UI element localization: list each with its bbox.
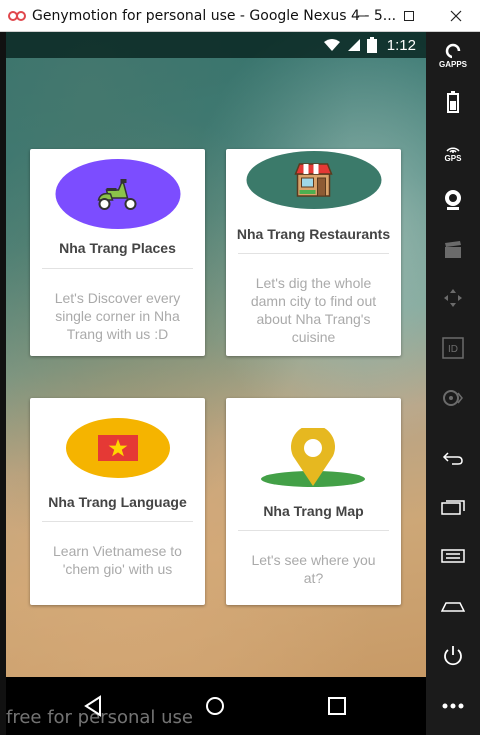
id-label: ID bbox=[448, 344, 458, 355]
emulator-window: Genymotion for personal use - Google Nex… bbox=[0, 0, 480, 735]
scooter-icon bbox=[55, 159, 180, 229]
minimize-button[interactable] bbox=[340, 0, 386, 32]
power-icon bbox=[444, 646, 462, 666]
gps-label: GPS bbox=[444, 154, 462, 163]
shop-icon bbox=[246, 151, 381, 209]
webcam-icon bbox=[445, 190, 461, 210]
maximize-button[interactable] bbox=[386, 0, 432, 32]
battery-button[interactable] bbox=[426, 82, 480, 122]
card-description: Let's dig the whole damn city to find ou… bbox=[250, 275, 377, 345]
divider bbox=[238, 253, 389, 254]
sidebar-back-button[interactable] bbox=[426, 438, 480, 478]
gps-signal-icon bbox=[446, 147, 460, 153]
card-title: Nha Trang Map bbox=[263, 503, 364, 519]
card-title: Nha Trang Places bbox=[59, 240, 176, 256]
map-pin-icon bbox=[260, 424, 366, 488]
status-bar: 1:12 bbox=[6, 32, 426, 58]
recent-apps-icon bbox=[328, 697, 346, 715]
card-places[interactable]: Nha Trang Places Let's Discover every si… bbox=[30, 149, 205, 356]
card-map[interactable]: Nha Trang Map Let's see where you at? bbox=[226, 398, 401, 605]
gapps-label: GAPPS bbox=[438, 60, 467, 69]
maximize-icon bbox=[404, 11, 414, 21]
watermark-text: free for personal use bbox=[6, 707, 193, 728]
card-description: Let's Discover every single corner in Nh… bbox=[54, 290, 181, 342]
sidebar-recent-button[interactable] bbox=[426, 488, 480, 528]
card-language[interactable]: Nha Trang Language Learn Vietnamese to '… bbox=[30, 398, 205, 605]
id-icon: ID bbox=[442, 337, 464, 359]
close-icon bbox=[450, 10, 462, 22]
divider bbox=[42, 268, 193, 269]
card-restaurants[interactable]: Nha Trang Restaurants Let's dig the whol… bbox=[226, 149, 401, 356]
sidebar-menu-button[interactable] bbox=[426, 536, 480, 576]
remote-control-button[interactable] bbox=[426, 278, 480, 318]
menu-icon bbox=[441, 549, 465, 563]
title-bar[interactable]: Genymotion for personal use - Google Nex… bbox=[0, 0, 480, 32]
disk-icon bbox=[443, 390, 463, 406]
gapps-icon bbox=[445, 43, 461, 59]
screencast-button[interactable] bbox=[426, 230, 480, 270]
card-title: Nha Trang Restaurants bbox=[236, 226, 391, 242]
gps-button[interactable]: GPS bbox=[426, 132, 480, 172]
card-description: Let's see where you at? bbox=[251, 552, 376, 586]
home-icon bbox=[206, 697, 224, 715]
disk-io-button[interactable] bbox=[426, 378, 480, 418]
home-button[interactable] bbox=[198, 689, 232, 723]
wifi-icon bbox=[323, 39, 340, 51]
more-button[interactable] bbox=[426, 686, 480, 726]
dpad-icon bbox=[444, 289, 462, 307]
recent-windows-icon bbox=[441, 500, 465, 515]
minimize-icon bbox=[358, 15, 368, 17]
clapperboard-icon bbox=[445, 241, 461, 258]
signal-icon bbox=[347, 39, 360, 51]
sidebar-home-button[interactable] bbox=[426, 586, 480, 626]
power-button[interactable] bbox=[426, 636, 480, 676]
identifiers-button[interactable]: ID bbox=[426, 328, 480, 368]
card-description: Learn Vietnamese to 'chem gio' with us bbox=[53, 543, 182, 577]
divider bbox=[238, 530, 389, 531]
divider bbox=[42, 521, 193, 522]
battery-icon bbox=[366, 37, 377, 53]
gapps-button[interactable]: GAPPS bbox=[426, 36, 480, 76]
recent-apps-button[interactable] bbox=[320, 689, 354, 723]
webcam-button[interactable] bbox=[426, 180, 480, 220]
home-shape-icon bbox=[441, 602, 465, 612]
status-time: 1:12 bbox=[386, 36, 416, 54]
battery-icon bbox=[447, 91, 459, 113]
close-button[interactable] bbox=[432, 0, 480, 32]
genymotion-logo-icon bbox=[6, 5, 28, 27]
vietnam-flag-icon bbox=[65, 418, 170, 478]
more-dots-icon bbox=[442, 703, 464, 709]
phone-screen: 1:12 Nha Trang Places Let's Discover eve… bbox=[6, 32, 426, 677]
back-arrow-icon bbox=[442, 452, 463, 465]
card-title: Nha Trang Language bbox=[48, 494, 187, 510]
genymotion-sidebar: GAPPS GPS ID bbox=[426, 32, 480, 735]
